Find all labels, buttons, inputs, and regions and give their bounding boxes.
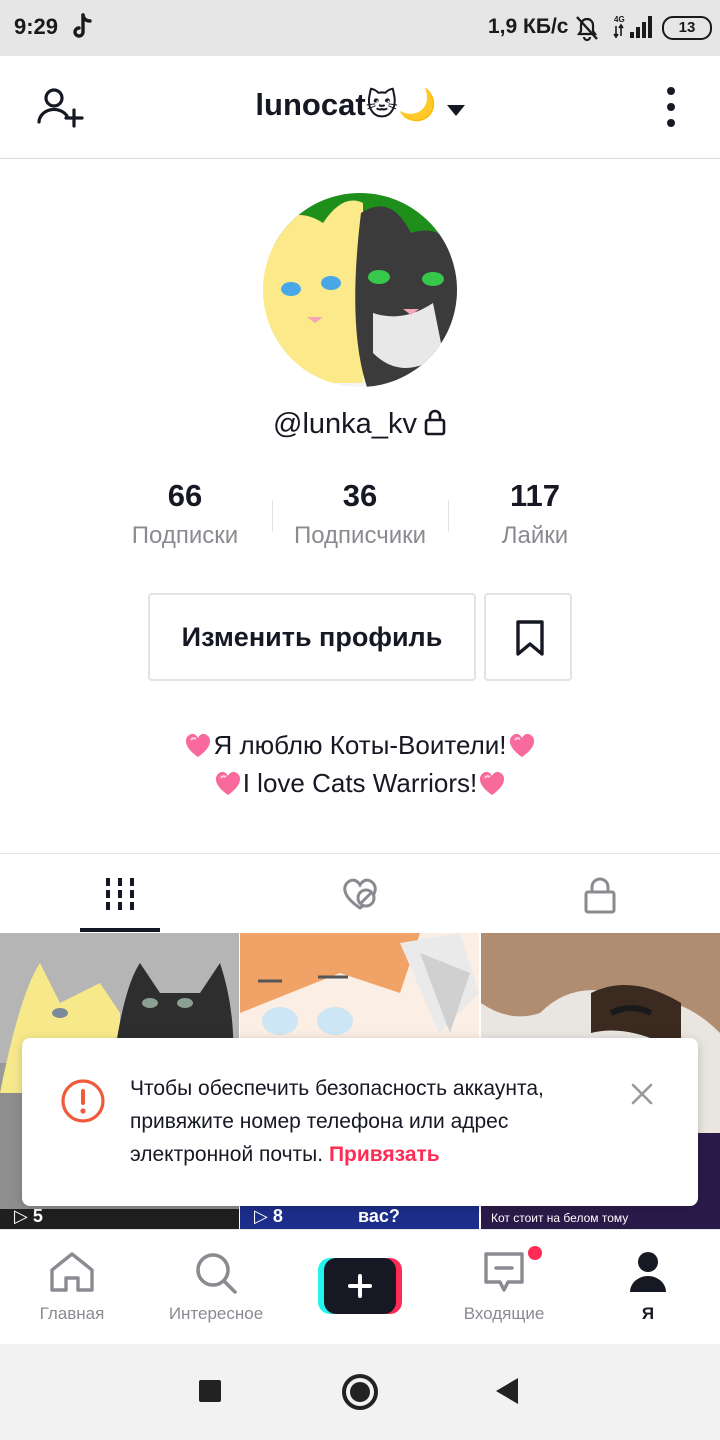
edit-profile-button[interactable]: Изменить профиль [148,593,476,681]
bottom-navigation: Главная Интересное Входящие Я [0,1229,720,1344]
nav-discover[interactable]: Интересное [144,1230,288,1345]
recents-button[interactable] [199,1380,221,1402]
video-caption: Кот стоит на белом тому [491,1211,629,1225]
network-type-label: 4G [614,15,625,24]
grid-icon [106,878,134,910]
nav-me[interactable]: Я [576,1230,720,1345]
bio-line: I love Cats Warriors! [0,764,720,802]
security-toast: Чтобы обеспечить безопасность аккаунта, … [22,1038,698,1206]
nav-discover-label: Интересное [168,1304,264,1323]
nav-me-label: Я [641,1304,655,1323]
more-options-icon[interactable] [660,86,682,128]
profile-icon [630,1252,666,1292]
lock-icon [584,877,616,914]
bio-line: Я люблю Коты-Воители! [0,726,720,764]
profile-header: lunocat🐱🌙 [0,56,720,159]
network-speed: 1,9 КБ/с [488,15,569,38]
favorites-button[interactable] [484,593,572,681]
search-icon [196,1253,237,1294]
close-icon[interactable] [628,1080,656,1108]
private-lock-icon [424,409,446,436]
nav-home-label: Главная [39,1304,105,1323]
profile-tabs [0,853,720,933]
tab-private[interactable] [480,854,720,934]
stat-likes[interactable]: 117 Лайки [435,478,635,550]
likes-count: 117 [509,478,560,513]
home-button[interactable] [342,1374,378,1410]
active-tab-indicator [80,928,160,932]
following-count: 66 [167,478,203,513]
followers-label: Подписчики [293,522,427,549]
profile-handle: @lunka_kv [0,408,720,441]
followers-count: 36 [342,478,378,513]
pink-heart-icon [186,733,211,757]
inbox-icon [484,1252,524,1292]
tab-liked[interactable] [240,854,480,934]
signal-icon: 4G [613,15,652,39]
pink-heart-icon [215,771,240,795]
bio-text-ru: Я люблю Коты-Воители! [213,730,507,760]
video-caption: вас? [358,1206,400,1226]
likes-label: Лайки [501,522,569,549]
handle-text: @lunka_kv [273,408,417,440]
following-label: Подписки [131,522,239,549]
profile-bio: Я люблю Коты-Воители! I love Cats Warrio… [0,726,720,802]
bio-text-en: I love Cats Warriors! [242,768,478,798]
play-count: ▷ 5 [14,1206,43,1226]
status-time: 9:29 [14,14,59,39]
hidden-heart-icon [343,878,377,910]
pink-heart-icon [509,733,534,757]
toast-message: Чтобы обеспечить безопасность аккаунта, … [130,1072,610,1171]
tiktok-notification-icon [73,13,92,38]
bind-link[interactable]: Привязать [329,1143,440,1166]
nav-inbox[interactable]: Входящие [432,1230,576,1345]
avatar[interactable] [263,193,457,387]
create-button[interactable] [318,1258,402,1314]
plus-icon [324,1258,396,1314]
muted-bell-icon [576,16,598,42]
play-count: ▷ 8 [254,1206,283,1226]
home-icon [50,1252,94,1292]
bookmark-icon [516,620,544,656]
battery-indicator: 13 [662,16,712,40]
back-button[interactable] [496,1378,518,1404]
status-bar: 9:29 1,9 КБ/с 4G 13 [0,0,720,56]
account-switcher[interactable]: lunocat🐱🌙 [0,86,720,123]
stat-followers[interactable]: 36 Подписчики [260,478,460,550]
nav-home[interactable]: Главная [0,1230,144,1345]
nav-inbox-label: Входящие [463,1304,545,1323]
play-count-value: 8 [272,1206,283,1226]
play-count-value: 5 [32,1206,43,1226]
alert-icon [61,1079,105,1123]
notification-badge [528,1246,542,1260]
system-navigation-bar [0,1344,720,1440]
pink-heart-icon [480,771,505,795]
tab-videos[interactable] [0,854,240,934]
username-title: lunocat🐱🌙 [255,87,437,122]
stat-following[interactable]: 66 Подписки [85,478,285,550]
chevron-down-icon [446,105,465,117]
